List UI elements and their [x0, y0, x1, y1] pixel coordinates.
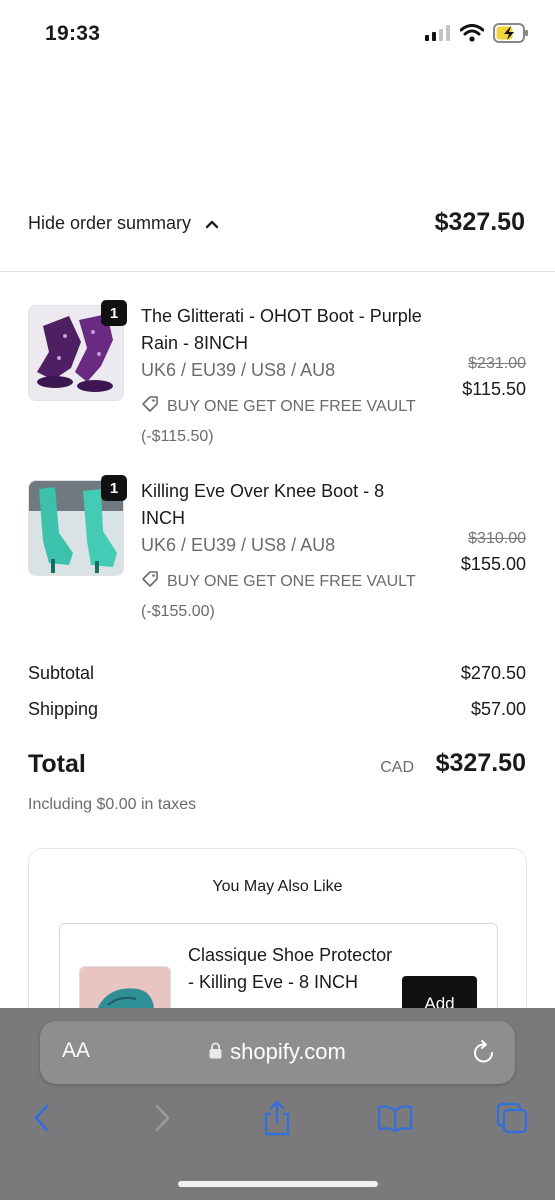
shipping-label: Shipping [28, 699, 99, 719]
item-title: The Glitterati - OHOT Boot - Purple Rain… [141, 306, 422, 353]
url-display[interactable]: shopify.com [40, 1039, 515, 1065]
total-label: Total [28, 750, 86, 778]
tag-icon [141, 570, 159, 593]
status-icons [425, 22, 529, 48]
browser-toolbar: AA shopify.com [0, 1008, 555, 1200]
item-variant: UK6 / EU39 / US8 / AU8 [141, 535, 336, 555]
tabs-icon [496, 1102, 528, 1139]
status-bar: 19:33 [0, 0, 555, 70]
order-summary-toggle[interactable]: Hide order summary $327.50 [0, 196, 555, 252]
chevron-right-icon [153, 1103, 171, 1138]
discounted-price: $155.00 [460, 554, 526, 574]
discount-amount: (-$115.50) [141, 428, 214, 445]
discounted-price: $115.50 [462, 379, 526, 399]
chevron-up-icon [205, 213, 219, 234]
quantity-badge: 1 [101, 300, 127, 326]
lock-icon [209, 1039, 222, 1065]
subtotal-value: $270.50 [460, 663, 526, 683]
browser-nav-toolbar [0, 1100, 555, 1140]
address-bar[interactable]: AA shopify.com [40, 1021, 515, 1084]
signal-icon [425, 24, 451, 46]
upsell-heading: You May Also Like [212, 878, 343, 895]
reload-icon [472, 1040, 496, 1069]
tabs-button[interactable] [492, 1100, 532, 1140]
line-item: 1 The Glitterati - OHOT Boot - Purple Ra… [0, 300, 555, 460]
total-value: $327.50 [435, 749, 526, 777]
status-time: 19:33 [45, 22, 101, 45]
original-price: $310.00 [468, 530, 526, 547]
original-price: $231.00 [468, 355, 526, 372]
share-icon [262, 1100, 292, 1141]
discount-code: BUY ONE GET ONE FREE VAULT [167, 572, 416, 590]
home-indicator[interactable] [178, 1181, 378, 1187]
battery-charging-icon [493, 22, 529, 48]
taxes-note: Including $0.00 in taxes [28, 796, 197, 813]
item-variant: UK6 / EU39 / US8 / AU8 [141, 360, 336, 380]
discount-amount: (-$155.00) [141, 603, 215, 620]
book-icon [377, 1104, 413, 1137]
subtotal-label: Subtotal [28, 663, 95, 683]
chevron-left-icon [33, 1103, 51, 1138]
back-button[interactable] [22, 1100, 62, 1140]
forward-button[interactable] [142, 1100, 182, 1140]
quantity-badge: 1 [101, 475, 127, 501]
bookmarks-button[interactable] [375, 1100, 415, 1140]
divider [0, 271, 555, 272]
line-item: 1 Killing Eve Over Knee Boot - 8 INCH UK… [0, 475, 555, 635]
order-summary-total: $327.50 [434, 208, 525, 236]
total-currency: CAD [380, 759, 414, 776]
item-discount: BUY ONE GET ONE FREE VAULT [141, 395, 416, 418]
tag-icon [141, 395, 159, 418]
order-summary-toggle-label[interactable]: Hide order summary [28, 213, 219, 234]
url-text: shopify.com [230, 1039, 346, 1064]
share-button[interactable] [257, 1100, 297, 1140]
reload-button[interactable] [472, 1039, 496, 1070]
order-summary-toggle-text: Hide order summary [28, 213, 192, 233]
item-discount: BUY ONE GET ONE FREE VAULT [141, 570, 416, 593]
discount-code: BUY ONE GET ONE FREE VAULT [167, 397, 416, 415]
upsell-product-title: Classique Shoe Protector - Killing Eve -… [188, 945, 393, 992]
shipping-value: $57.00 [470, 699, 526, 719]
wifi-icon [459, 23, 485, 47]
item-title: Killing Eve Over Knee Boot - 8 INCH [141, 481, 385, 528]
